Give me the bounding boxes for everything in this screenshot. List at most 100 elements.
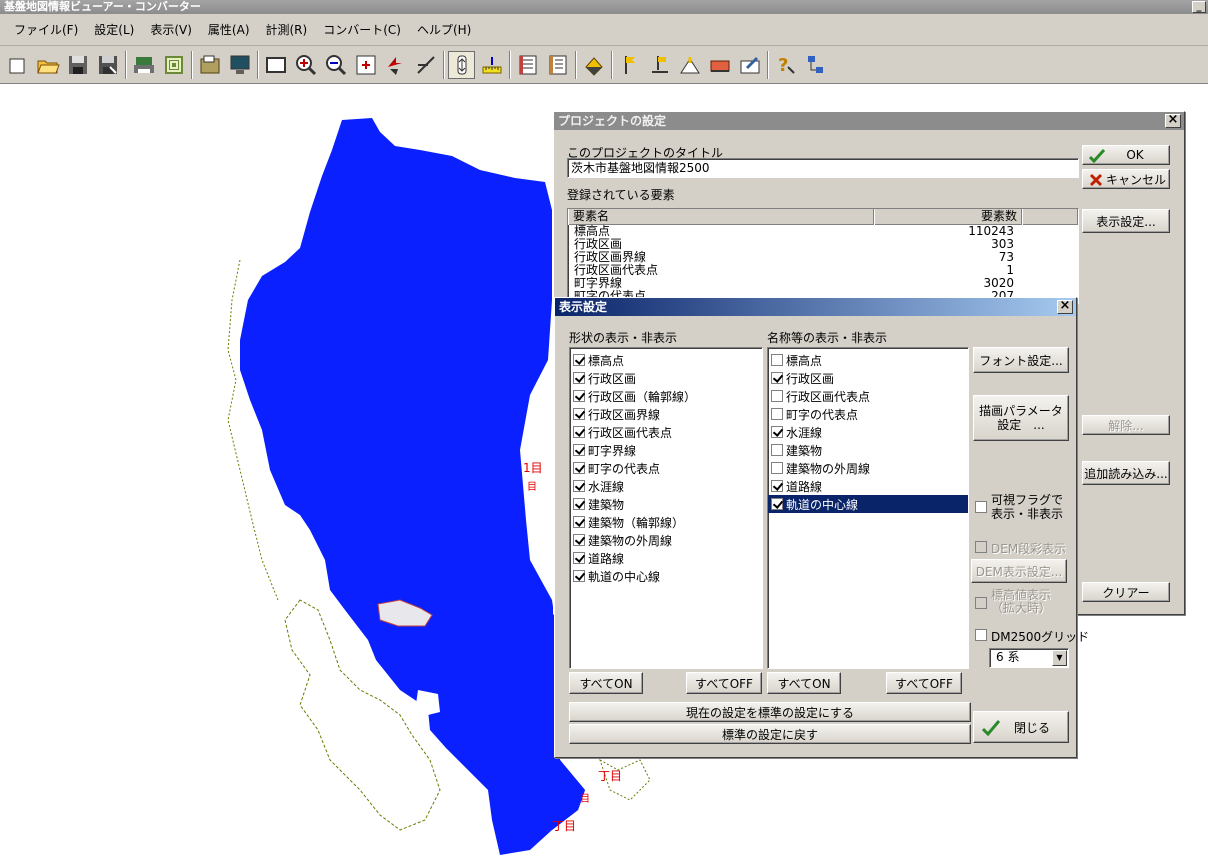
table-icon[interactable] [706,51,733,79]
menu-help[interactable]: ヘルプ(H) [409,21,479,38]
new-file-icon[interactable] [4,51,31,79]
name-checkbox[interactable] [771,408,783,420]
project-dialog-close-button[interactable]: × [1165,113,1181,128]
registered-elements-list[interactable]: 要素名 要素数 標高点 110243 行政区画 303 行政区画界線 73 行政区画代… [567,208,1079,304]
menu-measure[interactable]: 計測(R) [258,21,316,38]
shape-list-item[interactable]: 建築物（輪郭線） [570,513,762,531]
measure-icon[interactable] [412,51,439,79]
cancel-button[interactable]: キャンセル [1082,169,1170,189]
name-list-item[interactable]: 町字の代表点 [768,405,968,423]
shape-list-item[interactable]: 町字界線 [570,441,762,459]
shape-list-item[interactable]: 標高点 [570,351,762,369]
flag-alt-icon[interactable] [646,51,673,79]
print-icon[interactable] [130,51,157,79]
name-all-off-button[interactable]: すべてOFF [886,672,962,694]
clear-button[interactable]: クリアー [1082,582,1170,602]
shape-checkbox[interactable] [573,408,585,420]
shape-list-item[interactable]: 町字の代表点 [570,459,762,477]
shape-all-on-button[interactable]: すべてON [569,672,643,694]
grid-system-select[interactable]: 6 系 ▼ [989,648,1069,668]
font-settings-button[interactable]: フォント設定... [973,347,1069,373]
flag-icon[interactable] [616,51,643,79]
write-icon[interactable] [736,51,763,79]
menu-view[interactable]: 表示(V) [142,21,200,38]
name-list-item[interactable]: 行政区画代表点 [768,387,968,405]
shape-list-item[interactable]: 行政区画界線 [570,405,762,423]
dem-color-checkbox[interactable] [975,541,987,553]
name-list-item[interactable]: 行政区画 [768,369,968,387]
shape-list-item[interactable]: 道路線 [570,549,762,567]
fill-icon[interactable] [580,51,607,79]
shape-list-item[interactable]: 建築物の外周線 [570,531,762,549]
save-icon[interactable] [64,51,91,79]
scroll-icon[interactable] [448,50,475,79]
layers-icon[interactable] [160,51,187,79]
zoom-fit-icon[interactable] [352,51,379,79]
set-default-button[interactable]: 現在の設定を標準の設定にする [569,702,971,722]
shape-checkbox[interactable] [573,534,585,546]
shape-checkbox[interactable] [573,372,585,384]
help-icon[interactable]: ? [772,51,799,79]
ruler-icon[interactable] [478,51,505,79]
name-checkbox[interactable] [771,372,783,384]
name-checkbox[interactable] [771,390,783,402]
shape-list-item[interactable]: 行政区画代表点 [570,423,762,441]
display-settings-button[interactable]: 表示設定... [1082,209,1170,233]
column-header-element-name[interactable]: 要素名 [568,209,874,225]
name-list-item[interactable]: 水涯線 [768,423,968,441]
shape-list-item[interactable]: 行政区画（輪郭線） [570,387,762,405]
shape-all-off-button[interactable]: すべてOFF [686,672,762,694]
close-button[interactable]: 閉じる [973,711,1069,743]
menu-file[interactable]: ファイル(F) [6,21,86,38]
name-list-item[interactable]: 建築物 [768,441,968,459]
shape-checkbox[interactable] [573,390,585,402]
name-all-on-button[interactable]: すべてON [767,672,841,694]
shape-list-item[interactable]: 軌道の中心線 [570,567,762,585]
shape-visibility-list[interactable]: 標高点 行政区画 行政区画（輪郭線） 行政区画界線 行政区画代表点 町字界線 町字の代表点水… [569,347,763,669]
dm-grid-checkbox[interactable] [975,629,987,641]
shape-checkbox[interactable] [573,570,585,582]
list-alt-icon[interactable] [544,51,571,79]
name-visibility-list[interactable]: 標高点 行政区画 行政区画代表点 町字の代表点 水涯線 建築物 建築物の外周線 道路線 軌道の中… [767,347,969,669]
mountain-icon[interactable] [676,51,703,79]
zoom-out-icon[interactable] [322,51,349,79]
shape-checkbox[interactable] [573,516,585,528]
name-list-item[interactable]: 軌道の中心線 [768,495,968,513]
menu-attributes[interactable]: 属性(A) [200,21,258,38]
shape-list-item[interactable]: 建築物 [570,495,762,513]
release-button[interactable]: 解除... [1082,415,1170,435]
arrows-icon[interactable] [382,51,409,79]
save-as-icon[interactable] [94,51,121,79]
monitor-icon[interactable] [226,51,253,79]
minimize-button[interactable]: _ [1192,1,1206,13]
display-dialog-close-button[interactable]: × [1057,299,1073,314]
add-load-button[interactable]: 追加読み込み... [1082,461,1170,485]
draw-params-button[interactable]: 描画パラメータ 設定 ... [973,395,1069,441]
name-checkbox[interactable] [771,498,783,510]
shape-list-item[interactable]: 行政区画 [570,369,762,387]
shape-checkbox[interactable] [573,444,585,456]
menu-convert[interactable]: コンバート(C) [315,21,409,38]
name-list-item[interactable]: 建築物の外周線 [768,459,968,477]
shape-checkbox[interactable] [573,426,585,438]
shape-list-item[interactable]: 水涯線 [570,477,762,495]
chevron-down-icon[interactable]: ▼ [1052,650,1067,666]
restore-default-button[interactable]: 標準の設定に戻す [569,724,971,744]
name-list-item[interactable]: 道路線 [768,477,968,495]
elevation-value-checkbox[interactable] [975,597,987,609]
column-header-element-count[interactable]: 要素数 [874,209,1022,225]
name-checkbox[interactable] [771,426,783,438]
shape-checkbox[interactable] [573,480,585,492]
name-checkbox[interactable] [771,444,783,456]
name-checkbox[interactable] [771,480,783,492]
network-icon[interactable] [802,51,829,79]
shape-checkbox[interactable] [573,552,585,564]
name-checkbox[interactable] [771,462,783,474]
zoom-in-icon[interactable] [292,51,319,79]
shape-checkbox[interactable] [573,354,585,366]
menu-settings[interactable]: 設定(L) [86,21,142,38]
name-list-item[interactable]: 標高点 [768,351,968,369]
name-checkbox[interactable] [771,354,783,366]
visible-flag-checkbox[interactable] [975,501,987,513]
project-title-input[interactable]: 茨木市基盤地図情報2500 [567,158,1079,178]
